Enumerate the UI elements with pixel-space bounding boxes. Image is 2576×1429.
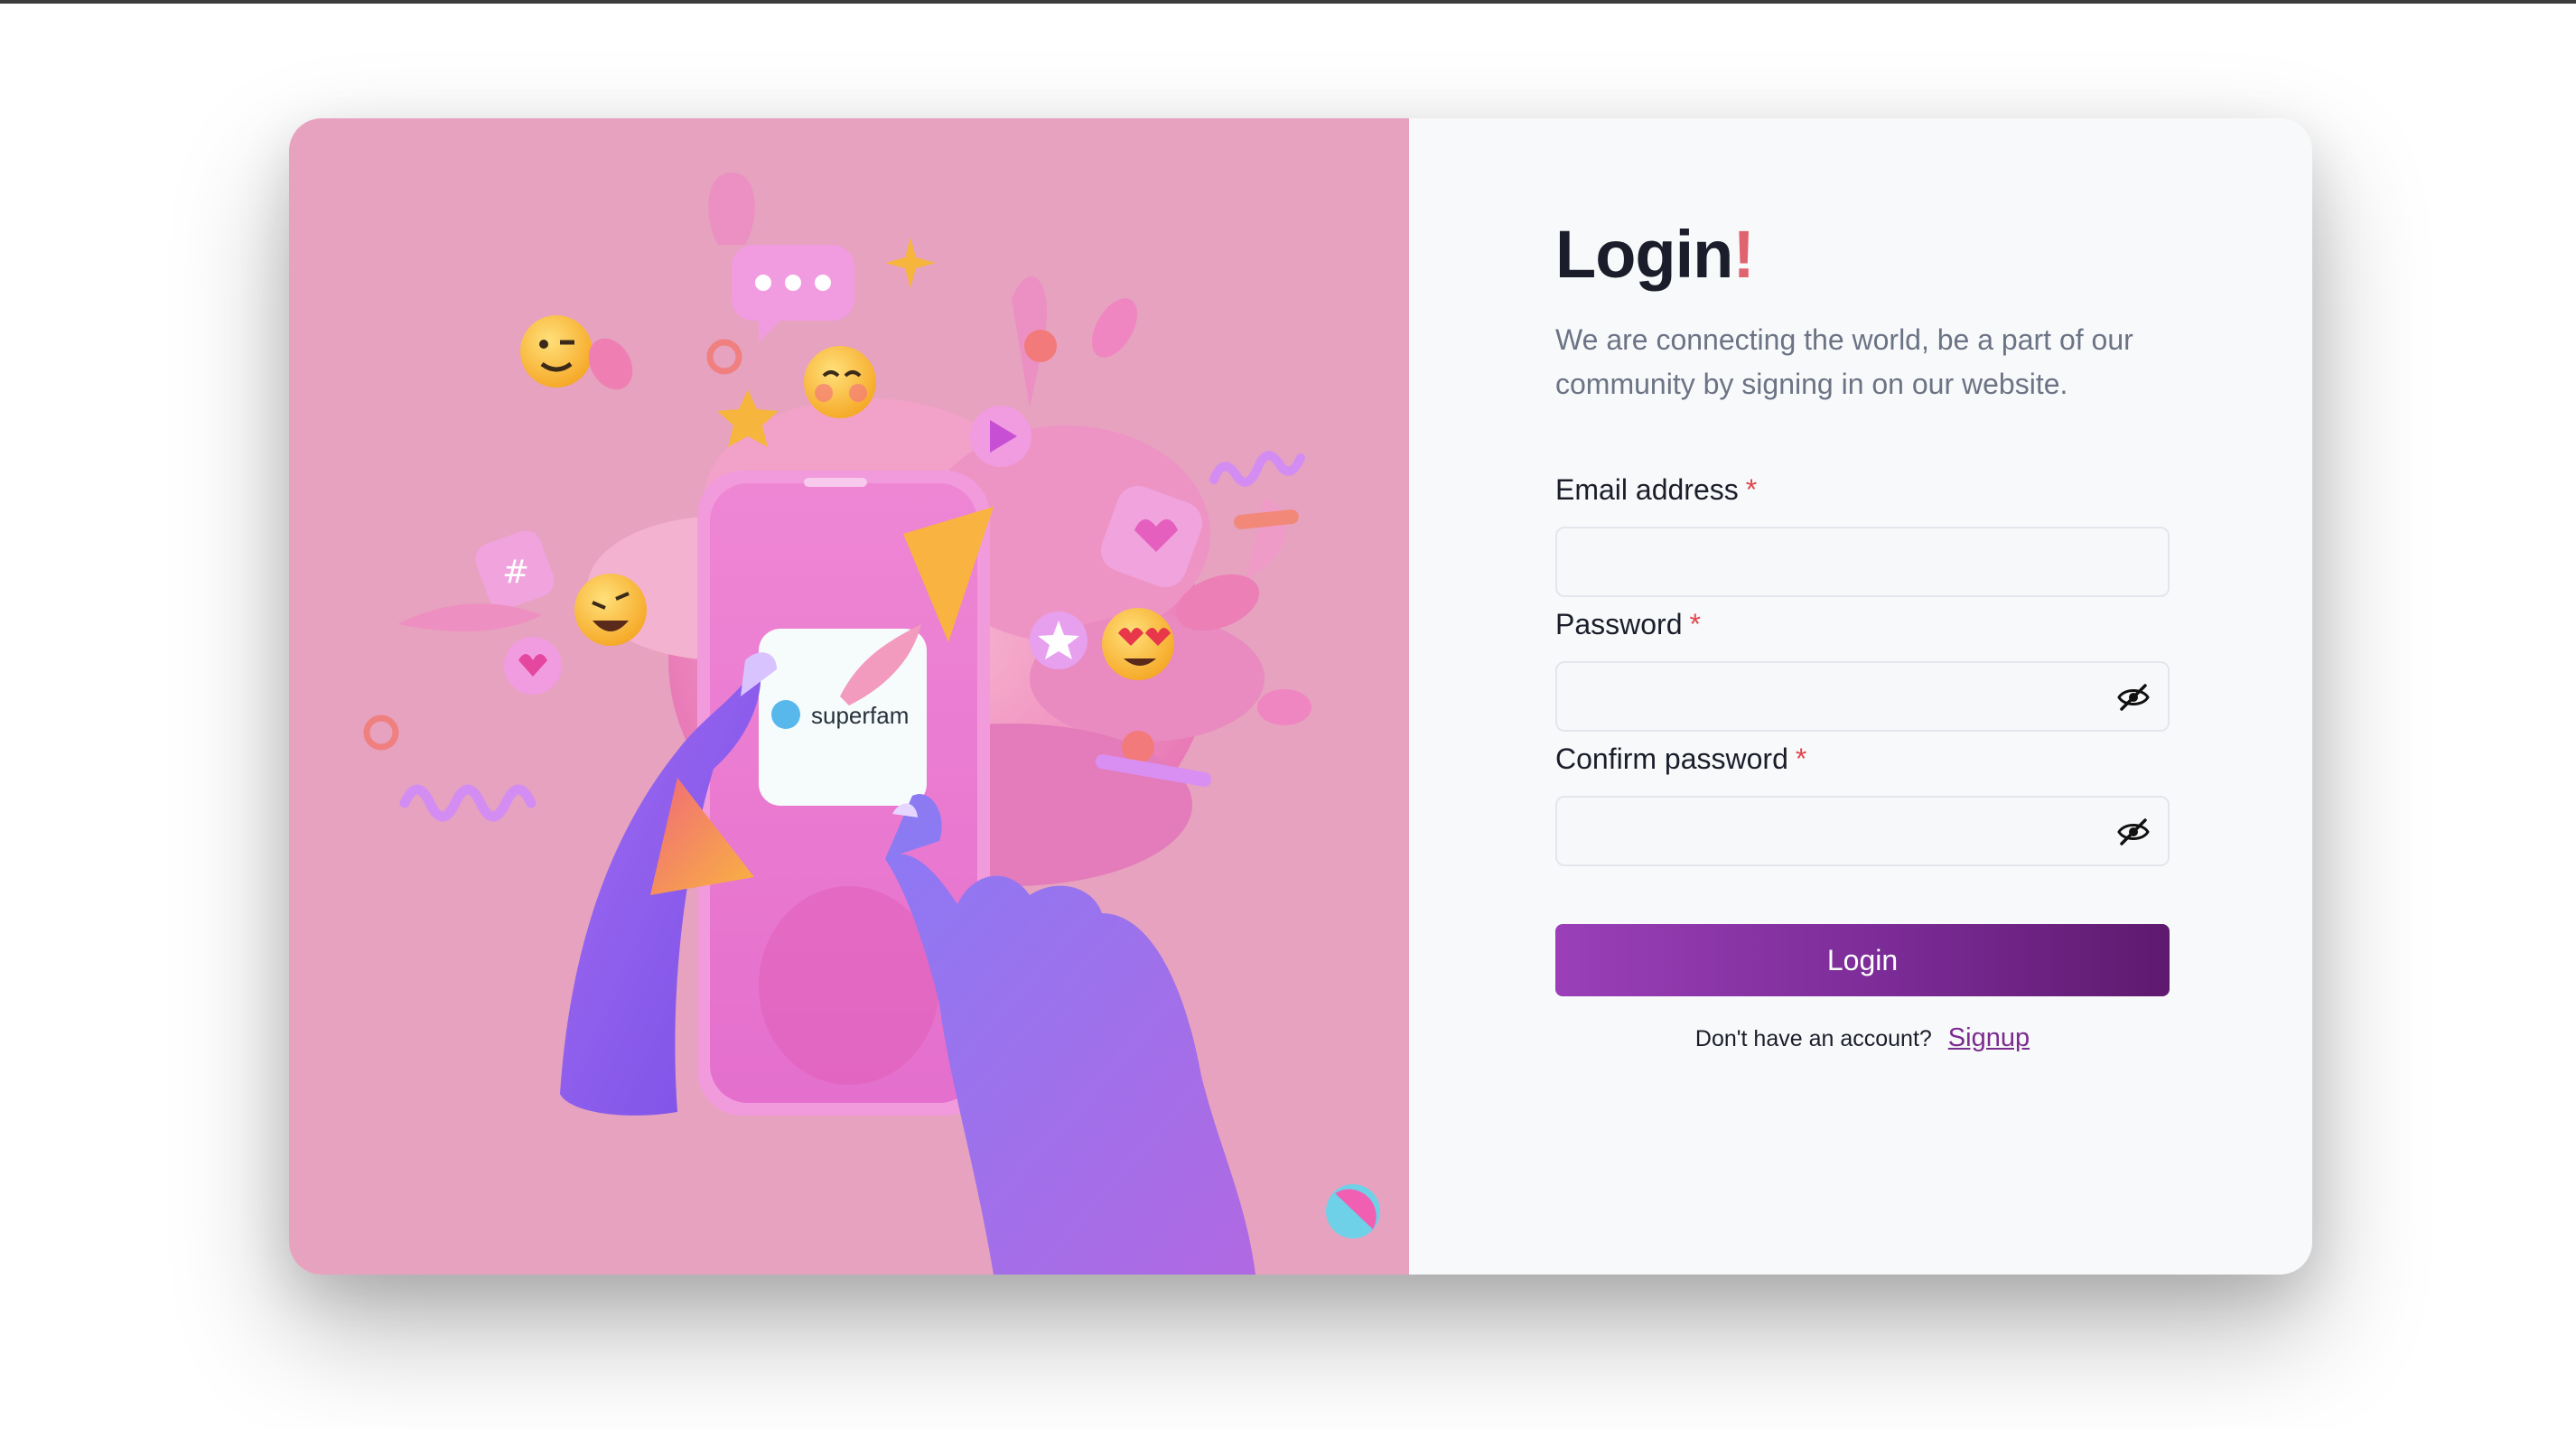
email-label-text: Email address [1555,473,1739,506]
app-card: superfam [759,624,927,806]
confirm-password-field-group: Confirm password * [1555,743,2170,866]
drip-shape [708,173,755,245]
email-input-wrapper [1555,527,2170,597]
star-badge-icon [1030,612,1087,669]
hero-artwork: superfam # [363,173,1380,1275]
blush-emoji [804,346,876,418]
required-marker: * [1745,473,1758,506]
confetti-dot [1024,330,1057,362]
hashtag-bubble-icon: # [475,530,555,610]
confirm-password-input[interactable] [1557,798,2168,864]
hero-illustration: superfam # [289,118,1409,1275]
password-input[interactable] [1557,663,2168,730]
play-bubble-icon [970,406,1031,467]
confetti-ring-left [363,714,399,751]
squiggle-left [399,784,537,822]
confetti-drop-right [1092,298,1137,358]
confetti-blob [1257,689,1311,725]
required-marker: * [1689,608,1701,640]
confetti-ring [706,339,742,375]
heart-badge-icon [504,637,562,695]
eye-off-icon[interactable] [2117,817,2150,846]
login-form: Login! We are connecting the world, be a… [1555,216,2170,1053]
confetti-dot-lower [1122,731,1154,763]
confirm-password-input-wrapper [1555,796,2170,866]
page-title: Login! [1555,216,2170,293]
email-field-group: Email address * [1555,473,2170,597]
sparkle-star [885,238,936,288]
eye-off-icon[interactable] [2117,683,2150,712]
email-input[interactable] [1557,528,2168,595]
login-form-panel: Login! We are connecting the world, be a… [1409,118,2312,1275]
title-accent: ! [1732,217,1755,292]
login-button[interactable]: Login [1555,924,2170,996]
password-input-wrapper [1555,661,2170,732]
title-text: Login [1555,217,1733,292]
window-top-edge [0,0,2576,4]
wink-emoji [520,315,593,388]
required-marker: * [1795,743,1807,775]
login-card: superfam # Login! We are connecting the … [289,118,2312,1275]
squiggle-right [1209,451,1305,487]
page-subtitle: We are connecting the world, be a part o… [1555,323,2133,400]
confetti-swoosh [397,603,542,631]
svg-text:#: # [502,554,529,591]
app-brand-name: superfam [811,702,909,729]
signup-link[interactable]: Signup [1948,1023,2030,1052]
signup-prompt: Don't have an account? [1694,1026,1932,1051]
chat-bubble-icon [732,245,854,342]
password-field-group: Password * [1555,608,2170,732]
password-label: Password * [1555,608,2170,641]
email-label: Email address * [1555,473,2170,507]
confirm-password-label: Confirm password * [1555,743,2170,776]
heart-eyes-emoji [1102,608,1174,680]
password-label-text: Password [1555,608,1683,640]
confirm-password-label-text: Confirm password [1555,743,1788,775]
signup-row: Don't have an account? Signup [1555,1023,2170,1053]
laughing-emoji [574,574,647,646]
